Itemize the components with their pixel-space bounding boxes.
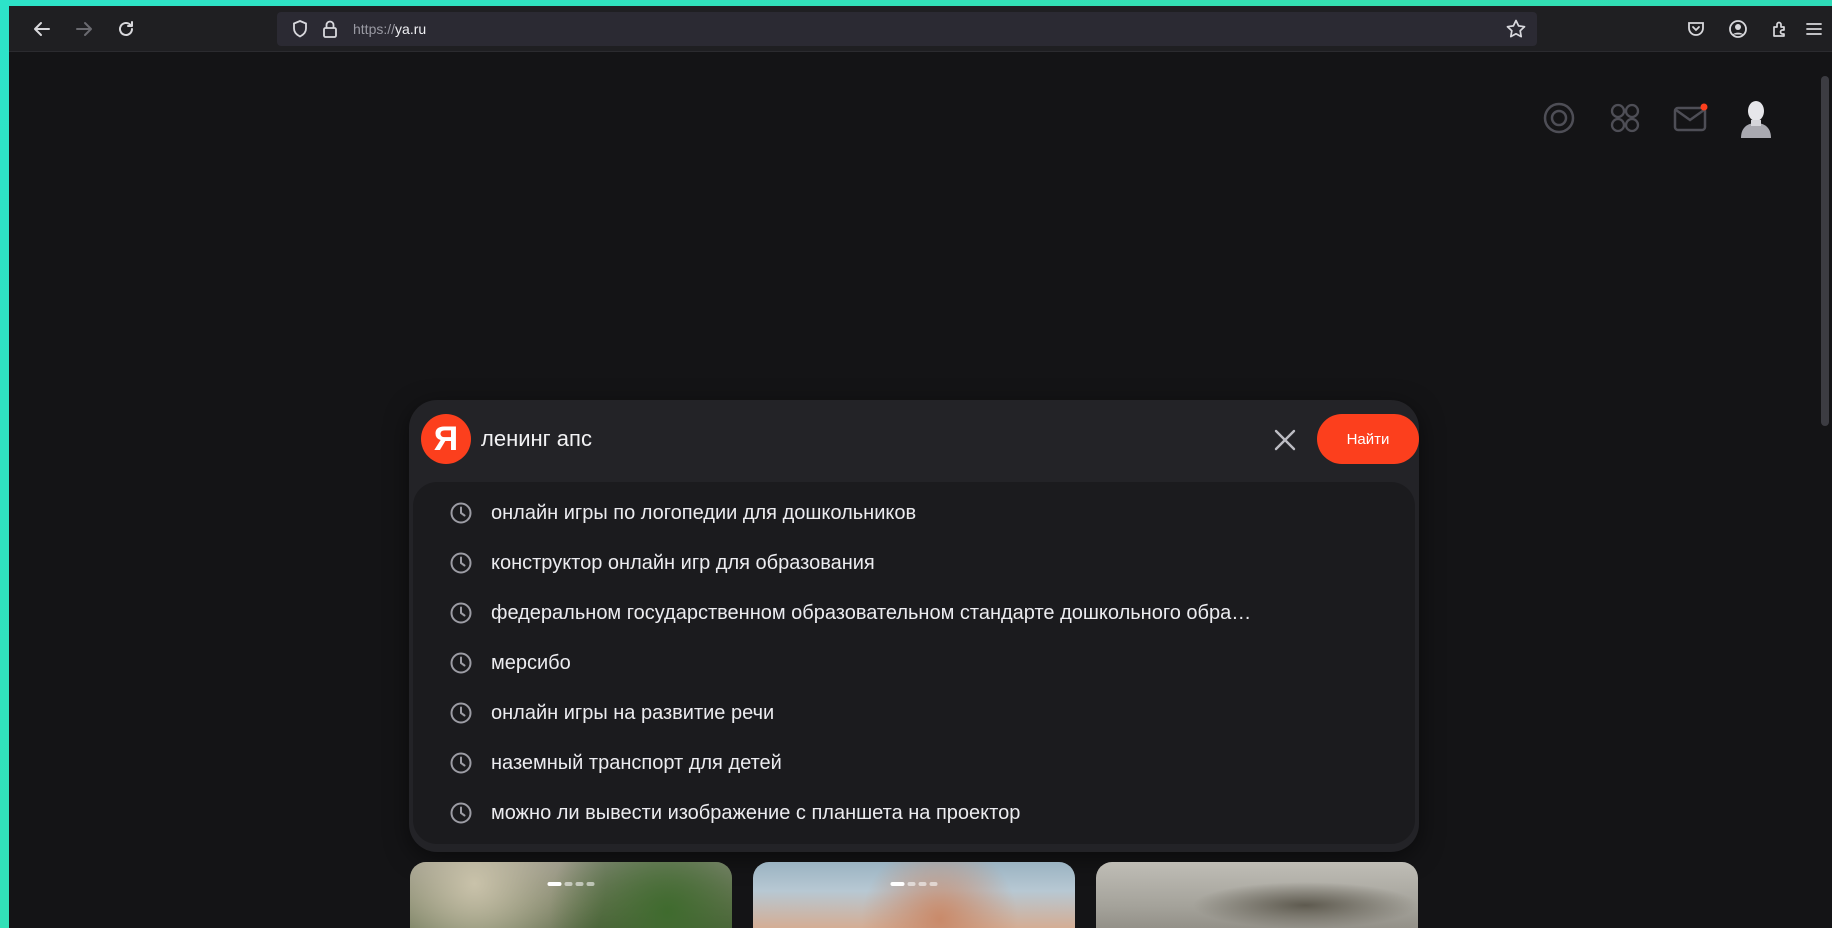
history-clock-icon (450, 552, 472, 574)
page-scrollbar[interactable] (1818, 52, 1832, 928)
menu-button[interactable] (1799, 14, 1829, 44)
close-icon (1274, 429, 1296, 451)
hamburger-menu-icon (1806, 23, 1822, 35)
arrow-left-icon (34, 22, 50, 36)
history-clock-icon (450, 702, 472, 724)
card-pagination-dots (547, 882, 595, 886)
shield-icon[interactable] (289, 18, 311, 40)
suggestion-text: онлайн игры на развитие речи (491, 702, 775, 724)
mail-icon (1673, 103, 1708, 132)
suggestion-text: конструктор онлайн игр для образования (491, 552, 875, 574)
services-grid-icon (1610, 103, 1640, 133)
suggestion-text: онлайн игры по логопедии для дошкольнико… (491, 502, 917, 524)
search-panel: Я Найти онлайн игры по логопедии для дош… (409, 400, 1419, 852)
feed-card-2[interactable] (753, 862, 1075, 928)
user-avatar[interactable] (1733, 96, 1779, 142)
search-form: Я Найти (409, 400, 1419, 480)
suggestion-text: мерсибо (491, 652, 571, 674)
suggestion-item[interactable]: онлайн игры на развитие речи (413, 688, 1415, 738)
arrow-right-icon (76, 22, 92, 36)
url-text[interactable]: https://ya.ru (353, 21, 426, 37)
yandex-logo-letter: Я (433, 419, 459, 458)
account-icon (1729, 20, 1747, 38)
suggestion-text: федеральном государственном образователь… (491, 602, 1252, 624)
yandex-logo[interactable]: Я (421, 414, 471, 464)
suggestion-text: наземный транспорт для детей (491, 752, 782, 774)
pocket-button[interactable] (1681, 14, 1711, 44)
card-pagination-dots (890, 882, 938, 886)
alice-button[interactable] (1539, 98, 1579, 138)
suggestion-text: можно ли вывести изображение с планшета … (491, 802, 1021, 824)
services-button[interactable] (1605, 98, 1645, 138)
browser-window: https://ya.ru Я ленинг апс Найти онлайн … (9, 6, 1832, 928)
scrollbar-thumb[interactable] (1821, 76, 1829, 426)
suggestion-item[interactable]: онлайн игры по логопедии для дошкольнико… (413, 488, 1415, 538)
reload-button[interactable] (111, 14, 141, 44)
bookmark-star-icon[interactable] (1505, 18, 1527, 40)
back-button[interactable] (27, 14, 57, 44)
address-bar[interactable]: https://ya.ru (277, 12, 1537, 46)
puzzle-icon (1773, 21, 1785, 37)
search-input[interactable] (481, 418, 1271, 460)
suggestion-item[interactable]: конструктор онлайн игр для образования (413, 538, 1415, 588)
clear-search-button[interactable] (1267, 422, 1303, 458)
alice-icon (1543, 102, 1575, 134)
avatar-icon (1741, 101, 1771, 138)
forward-button[interactable] (69, 14, 99, 44)
suggestion-item[interactable]: федеральном государственном образователь… (413, 588, 1415, 638)
suggestion-list: онлайн игры по логопедии для дошкольнико… (413, 482, 1415, 844)
url-host: ya.ru (395, 21, 427, 37)
feed-card-1[interactable] (410, 862, 732, 928)
account-button[interactable] (1723, 14, 1753, 44)
reload-icon (119, 21, 133, 36)
browser-toolbar: https://ya.ru (9, 6, 1832, 52)
history-clock-icon (450, 752, 472, 774)
history-clock-icon (450, 502, 472, 524)
url-scheme: https:// (353, 21, 396, 37)
lock-icon[interactable] (319, 18, 341, 40)
history-clock-icon (450, 652, 472, 674)
search-submit-button[interactable]: Найти (1317, 414, 1419, 464)
history-clock-icon (450, 802, 472, 824)
mail-button[interactable] (1671, 98, 1711, 138)
suggestion-item[interactable]: можно ли вывести изображение с планшета … (413, 788, 1415, 838)
history-clock-icon (450, 602, 472, 624)
extensions-button[interactable] (1765, 14, 1795, 44)
feed-card-3[interactable] (1096, 862, 1418, 928)
pocket-icon (1688, 22, 1704, 36)
suggestion-item[interactable]: наземный транспорт для детей (413, 738, 1415, 788)
suggestion-item[interactable]: мерсибо (413, 638, 1415, 688)
